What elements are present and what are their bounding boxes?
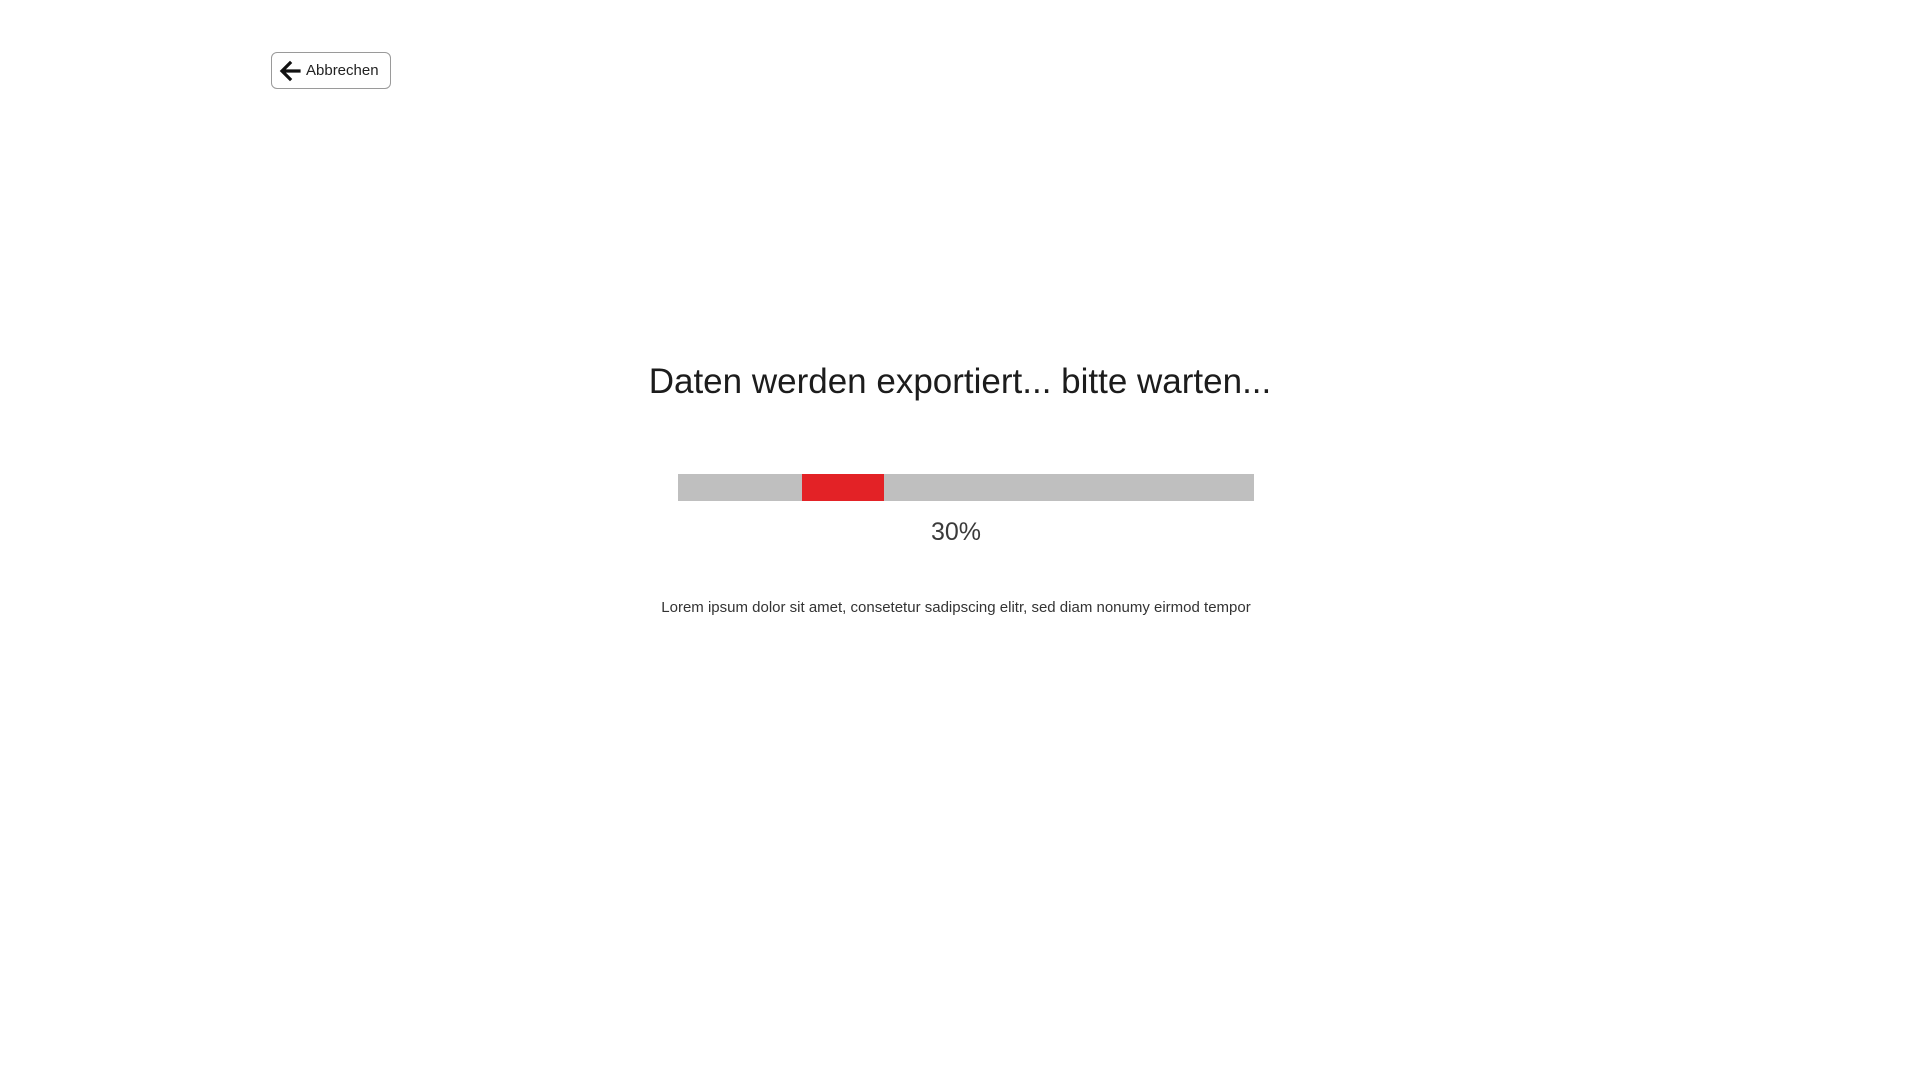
page-title: Daten werden exportiert... bitte warten.…: [648, 362, 1272, 401]
progress-percent-label-container: 30%: [0, 518, 1920, 547]
description-text: Lorem ipsum dolor sit amet, consetetur s…: [661, 599, 1251, 616]
cancel-button[interactable]: Abbrechen: [271, 52, 391, 89]
cancel-button-label: Abbrechen: [306, 62, 379, 79]
description-container: Lorem ipsum dolor sit amet, consetetur s…: [0, 599, 1920, 616]
progress-bar: [678, 474, 1254, 501]
progress-bar-fill: [802, 474, 884, 501]
export-progress-page: Abbrechen Daten werden exportiert... bit…: [0, 0, 1920, 1080]
arrow-left-icon: [277, 58, 303, 84]
progress-percent-label: 30%: [930, 518, 982, 546]
